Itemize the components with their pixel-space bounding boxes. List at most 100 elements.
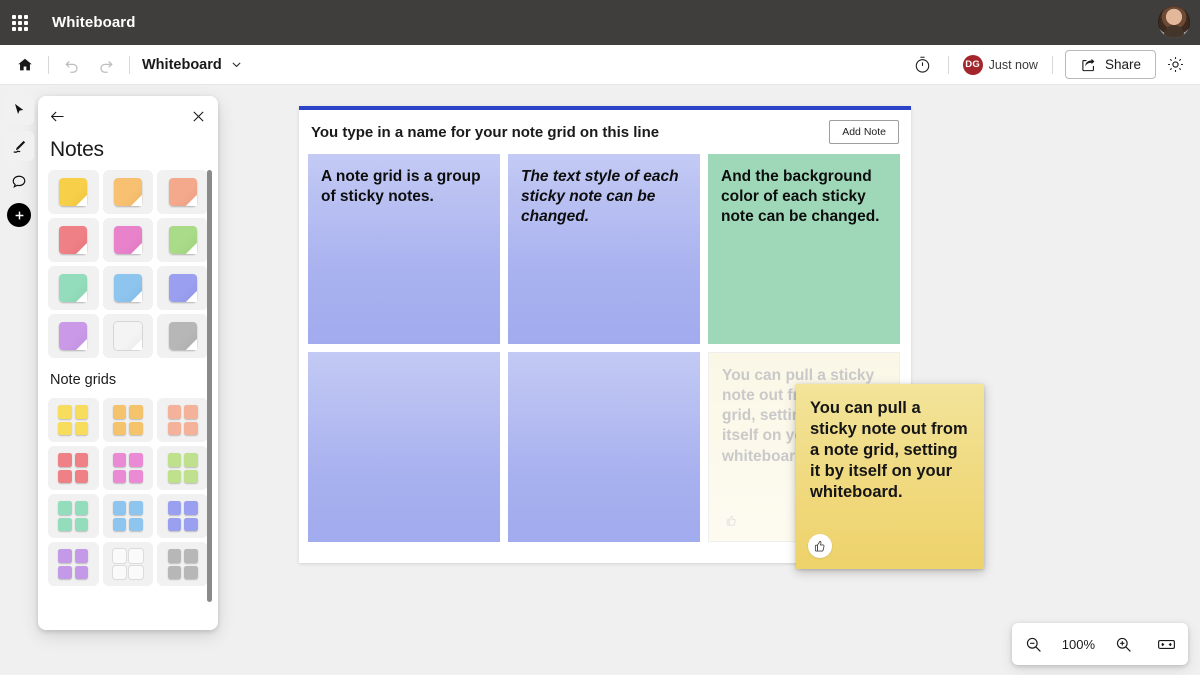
sticky-note[interactable]: The text style of each sticky note can b… — [508, 154, 700, 344]
presence-indicator[interactable]: DG Just now — [957, 54, 1044, 75]
note-grid-title[interactable]: You type in a name for your note grid on… — [311, 124, 659, 141]
note-grid-swatch[interactable] — [157, 542, 208, 586]
note-color-swatch[interactable] — [102, 266, 154, 310]
note-grid-icon — [112, 501, 143, 531]
zoom-control-bar: 100% — [1012, 623, 1188, 665]
thumbs-up-icon — [720, 509, 742, 531]
app-launcher-icon[interactable] — [12, 14, 28, 31]
sticky-note-text: A note grid is a group of sticky notes. — [321, 168, 481, 206]
note-color-swatch[interactable] — [157, 314, 208, 358]
divider — [48, 55, 49, 74]
notes-panel: Notes Note grids — [38, 96, 218, 630]
divider — [947, 55, 949, 74]
note-color-swatches — [38, 162, 218, 358]
home-icon[interactable] — [8, 49, 42, 81]
note-grid-icon — [58, 549, 89, 579]
note-color-swatch[interactable] — [48, 266, 99, 310]
sticky-note-icon — [113, 178, 142, 206]
note-grid-icon — [112, 453, 143, 483]
note-grid-swatch[interactable] — [48, 446, 99, 490]
note-grid-icon — [58, 453, 89, 483]
note-color-swatch[interactable] — [48, 170, 99, 214]
note-grid-icon — [167, 549, 198, 579]
note-grid-swatch[interactable] — [48, 398, 99, 442]
gear-icon[interactable] — [1158, 49, 1192, 81]
note-grid-icon — [112, 549, 143, 579]
divider — [1051, 55, 1053, 74]
sticky-note-icon — [113, 322, 142, 350]
note-color-swatch[interactable] — [48, 314, 99, 358]
note-color-swatch[interactable] — [48, 218, 99, 262]
command-bar: Whiteboard DG Just now Share — [0, 45, 1200, 85]
add-tool[interactable] — [7, 203, 31, 227]
panel-scrollbar[interactable] — [207, 170, 212, 602]
sticky-note-icon — [168, 178, 197, 206]
note-grid-swatches — [38, 390, 218, 586]
note-color-swatch[interactable] — [102, 314, 154, 358]
thumbs-up-icon[interactable] — [808, 534, 832, 558]
sticky-note-icon — [168, 274, 197, 302]
sticky-note-icon — [113, 226, 142, 254]
note-grid-swatch[interactable] — [157, 494, 208, 538]
sticky-note-icon — [59, 226, 88, 254]
tool-rail — [0, 95, 38, 227]
note-color-swatch[interactable] — [102, 218, 154, 262]
note-grid-swatch[interactable] — [102, 446, 154, 490]
sticky-note[interactable]: A note grid is a group of sticky notes. — [308, 154, 500, 344]
sticky-note-icon — [59, 178, 88, 206]
share-button[interactable]: Share — [1064, 50, 1156, 79]
back-arrow-icon[interactable] — [48, 107, 67, 126]
note-color-swatch[interactable] — [157, 266, 208, 310]
add-note-button[interactable]: Add Note — [829, 120, 899, 144]
sticky-note[interactable] — [508, 352, 700, 542]
chevron-down-icon[interactable] — [230, 58, 243, 71]
comment-tool[interactable] — [4, 167, 34, 197]
note-grid-swatch[interactable] — [102, 494, 154, 538]
free-sticky-note-text: You can pull a sticky note out from a no… — [810, 399, 968, 502]
title-bar: Whiteboard — [0, 0, 1200, 45]
zoom-in-icon[interactable] — [1108, 629, 1138, 659]
select-tool[interactable] — [4, 95, 34, 125]
note-grid-icon — [167, 501, 198, 531]
avatar[interactable] — [1158, 6, 1190, 38]
zoom-level[interactable]: 100% — [1062, 637, 1095, 652]
undo-icon[interactable] — [55, 49, 89, 81]
timer-icon[interactable] — [906, 49, 940, 81]
sticky-note-icon — [113, 274, 142, 302]
divider — [129, 55, 130, 74]
share-icon — [1080, 56, 1097, 73]
notes-panel-title: Notes — [50, 138, 104, 161]
pen-tool[interactable] — [4, 131, 34, 161]
note-grid-swatch[interactable] — [102, 542, 154, 586]
note-grid-icon — [58, 405, 89, 435]
app-title: Whiteboard — [52, 14, 136, 31]
note-grid-icon — [58, 501, 89, 531]
note-grid-swatch[interactable] — [48, 494, 99, 538]
note-grid-swatch[interactable] — [157, 446, 208, 490]
sticky-note-text: And the background color of each sticky … — [721, 168, 880, 226]
close-icon[interactable] — [191, 109, 206, 124]
note-grid-swatch[interactable] — [157, 398, 208, 442]
note-grid-swatch[interactable] — [48, 542, 99, 586]
note-grid-header: You type in a name for your note grid on… — [299, 110, 911, 154]
document-name: Whiteboard — [142, 56, 222, 73]
redo-icon[interactable] — [89, 49, 123, 81]
note-grid-swatch[interactable] — [102, 398, 154, 442]
note-grids-subtitle: Note grids — [50, 372, 117, 388]
whiteboard-app: Whiteboard Whiteboard DG Just now Share … — [0, 0, 1200, 675]
note-grid-icon — [167, 453, 198, 483]
fit-to-screen-icon[interactable] — [1151, 629, 1181, 659]
presence-initials: DG — [962, 54, 983, 75]
note-color-swatch[interactable] — [157, 218, 208, 262]
zoom-out-icon[interactable] — [1019, 629, 1049, 659]
note-grid-icon — [167, 405, 198, 435]
sticky-note-text: The text style of each sticky note can b… — [521, 168, 679, 226]
sticky-note-icon — [168, 226, 197, 254]
sticky-note[interactable]: And the background color of each sticky … — [708, 154, 900, 344]
notes-panel-header — [38, 96, 218, 136]
note-color-swatch[interactable] — [157, 170, 208, 214]
sticky-note[interactable] — [308, 352, 500, 542]
note-color-swatch[interactable] — [102, 170, 154, 214]
free-sticky-note[interactable]: You can pull a sticky note out from a no… — [796, 384, 984, 569]
sticky-note-icon — [168, 322, 197, 350]
